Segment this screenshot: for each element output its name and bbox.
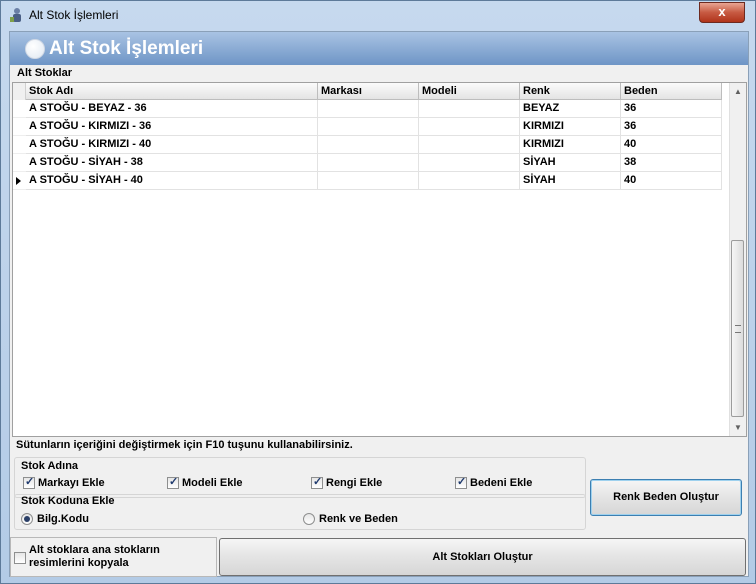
column-header-beden[interactable]: Beden [621, 83, 722, 100]
cell-stok-adi[interactable]: A STOĞU - SİYAH - 40 [26, 172, 318, 190]
alt-stoklar-grid[interactable]: Stok Adı Markası Modeli Renk Beden A STO… [12, 82, 747, 437]
cell-markasi[interactable] [318, 154, 419, 172]
cell-beden[interactable]: 40 [621, 136, 722, 154]
cell-stok-adi[interactable]: A STOĞU - BEYAZ - 36 [26, 100, 318, 118]
bedeni-ekle-checkbox[interactable]: ✓ [455, 476, 467, 489]
header-band: Alt Stok İşlemleri [10, 32, 748, 65]
check-icon: ✓ [169, 476, 179, 488]
row-header[interactable] [13, 172, 26, 190]
check-icon: ✓ [457, 476, 467, 488]
table-row[interactable]: A STOĞU - SİYAH - 38 SİYAH 38 [13, 154, 722, 172]
cell-markasi[interactable] [318, 136, 419, 154]
cell-markasi[interactable] [318, 118, 419, 136]
scroll-up-icon[interactable]: ▲ [730, 83, 746, 100]
cell-modeli[interactable] [419, 118, 520, 136]
current-row-arrow-icon [16, 177, 21, 185]
renk-ve-beden-radio[interactable] [303, 513, 315, 525]
cell-markasi[interactable] [318, 172, 419, 190]
cell-renk[interactable]: KIRMIZI [520, 118, 621, 136]
app-icon [10, 8, 21, 22]
check-icon: ✓ [313, 476, 323, 488]
stok-adina-label: Stok Adına [21, 460, 79, 472]
bedeni-ekle-label[interactable]: Bedeni Ekle [470, 477, 532, 489]
bilg-kodu-radio[interactable] [21, 513, 33, 525]
table-row[interactable]: A STOĞU - SİYAH - 40 SİYAH 40 [13, 172, 722, 190]
column-header-markasi[interactable]: Markası [318, 83, 419, 100]
cell-markasi[interactable] [318, 100, 419, 118]
markayi-ekle-checkbox[interactable]: ✓ [23, 476, 35, 489]
app-window: Alt Stok İşlemleri x Alt Stok İşlemleri … [0, 0, 756, 584]
renk-ve-beden-label[interactable]: Renk ve Beden [319, 513, 398, 525]
column-header-stok-adi[interactable]: Stok Adı [26, 83, 318, 100]
cell-stok-adi[interactable]: A STOĞU - SİYAH - 38 [26, 154, 318, 172]
cell-modeli[interactable] [419, 172, 520, 190]
renk-beden-olustur-button[interactable]: Renk Beden Oluştur [590, 479, 742, 516]
header-title: Alt Stok İşlemleri [49, 38, 204, 59]
row-header[interactable] [13, 154, 26, 172]
cell-renk[interactable]: SİYAH [520, 154, 621, 172]
copy-images-label[interactable]: Alt stoklara ana stokların resimlerini ko… [29, 544, 160, 570]
window-title: Alt Stok İşlemleri [29, 8, 119, 22]
cell-beden[interactable]: 38 [621, 154, 722, 172]
cell-renk[interactable]: KIRMIZI [520, 136, 621, 154]
cell-stok-adi[interactable]: A STOĞU - KIRMIZI - 36 [26, 118, 318, 136]
modeli-ekle-checkbox[interactable]: ✓ [167, 476, 179, 489]
alt-stoklari-olustur-button[interactable]: Alt Stokları Oluştur [219, 538, 746, 576]
client-area: Alt Stok İşlemleri Alt Stoklar Stok Adı … [9, 31, 749, 577]
scroll-down-icon[interactable]: ▼ [730, 419, 746, 436]
column-header-modeli[interactable]: Modeli [419, 83, 520, 100]
cell-modeli[interactable] [419, 136, 520, 154]
cell-modeli[interactable] [419, 100, 520, 118]
markayi-ekle-label[interactable]: Markayı Ekle [38, 477, 105, 489]
close-button[interactable]: x [699, 2, 745, 23]
vertical-scrollbar[interactable]: ▲ ▼ [729, 83, 746, 436]
copy-images-checkbox[interactable] [14, 552, 26, 564]
grip-icon [735, 325, 741, 333]
column-header-renk[interactable]: Renk [520, 83, 621, 100]
cell-beden[interactable]: 36 [621, 100, 722, 118]
copy-images-label-line2: resimlerini kopyala [29, 557, 129, 569]
circle-icon [25, 39, 45, 59]
rengi-ekle-label[interactable]: Rengi Ekle [326, 477, 382, 489]
stok-adina-group: Stok Adına ✓ Markayı Ekle ✓ Modeli Ekle … [14, 457, 586, 498]
stok-koduna-label: Stok Koduna Ekle [21, 495, 115, 507]
table-row[interactable]: A STOĞU - KIRMIZI - 40 KIRMIZI 40 [13, 136, 722, 154]
cell-beden[interactable]: 40 [621, 172, 722, 190]
modeli-ekle-label[interactable]: Modeli Ekle [182, 477, 243, 489]
scroll-thumb[interactable] [731, 240, 744, 417]
row-header[interactable] [13, 100, 26, 118]
cell-modeli[interactable] [419, 154, 520, 172]
check-icon: ✓ [25, 476, 35, 488]
section-label-alt-stoklar: Alt Stoklar [17, 67, 73, 79]
stok-koduna-group: Stok Koduna Ekle Bilg.Kodu Renk ve Beden [14, 494, 586, 530]
table-row[interactable]: A STOĞU - BEYAZ - 36 BEYAZ 36 [13, 100, 722, 118]
copy-images-panel: Alt stoklara ana stokların resimlerini ko… [10, 537, 217, 577]
rengi-ekle-checkbox[interactable]: ✓ [311, 476, 323, 489]
cell-renk[interactable]: BEYAZ [520, 100, 621, 118]
cell-renk[interactable]: SİYAH [520, 172, 621, 190]
radio-selected-icon [24, 516, 30, 522]
row-header[interactable] [13, 118, 26, 136]
close-icon: x [718, 4, 726, 19]
row-header[interactable] [13, 136, 26, 154]
cell-beden[interactable]: 36 [621, 118, 722, 136]
table-row[interactable]: A STOĞU - KIRMIZI - 36 KIRMIZI 36 [13, 118, 722, 136]
grid-corner [13, 83, 26, 100]
bilg-kodu-label[interactable]: Bilg.Kodu [37, 513, 89, 525]
cell-stok-adi[interactable]: A STOĞU - KIRMIZI - 40 [26, 136, 318, 154]
hint-text: Sütunların içeriğini değiştirmek için F1… [16, 439, 353, 451]
copy-images-label-line1: Alt stoklara ana stokların [29, 544, 160, 556]
title-bar[interactable]: Alt Stok İşlemleri x [1, 1, 755, 29]
